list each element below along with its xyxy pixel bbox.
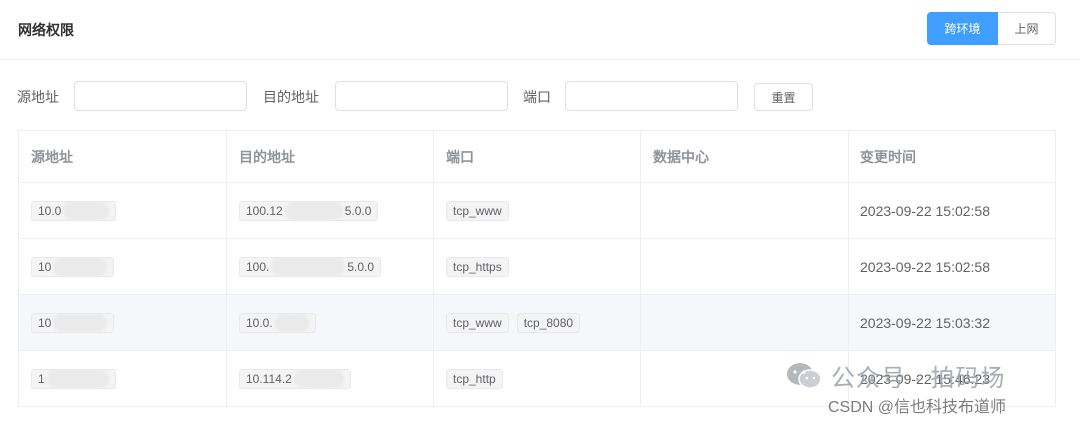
column-header-datacenter: 数据中心 [641,131,849,182]
internet-tab[interactable]: 上网 [998,12,1056,45]
dest-tag: 10.114.2 [239,368,351,389]
column-header-source: 源地址 [19,131,227,182]
filter-bar: 源地址 目的地址 端口 重置 [0,81,1080,111]
source-address-input[interactable] [74,81,247,111]
source-cell: 10.0 [19,183,227,238]
port-tag: tcp_www [446,200,509,221]
table-row[interactable]: 10 10.0. tcp_www tcp_8080 2023-09-22 15:… [19,295,1055,351]
dest-tag: 100. 5.0.0 [239,256,382,277]
port-tag: tcp_8080 [516,312,581,333]
port-label: 端口 [523,89,551,105]
change-time-cell: 2023-09-22 15:02:58 [860,202,990,219]
dest-address-input[interactable] [335,81,508,111]
dest-tag: 10.0. [239,312,316,333]
dest-cell: 100.12 5.0.0 [227,183,434,238]
source-cell: 10 [19,239,227,294]
wechat-watermark: 公众号 · 拍码场 [785,358,1005,393]
port-tag: tcp_http [446,368,503,389]
datacenter-cell [641,295,849,350]
change-time-cell: 2023-09-22 15:02:58 [860,258,990,275]
column-header-port: 端口 [434,131,641,182]
dest-tag: 100.12 5.0.0 [239,200,379,221]
column-header-change-time: 变更时间 [860,148,916,165]
datacenter-cell [641,239,849,294]
source-tag: 10 [31,312,115,333]
port-tag: tcp_https [446,256,509,277]
environment-switch: 跨环境 上网 [927,12,1056,45]
source-cell: 10 [19,295,227,350]
watermark-text: 公众号 · 拍码场 [831,365,1006,392]
port-cell: tcp_www tcp_8080 [434,295,641,350]
source-cell: 1 [19,351,227,406]
dest-cell: 100. 5.0.0 [227,239,434,294]
table-row[interactable]: 10.0 100.12 5.0.0 tcp_www 2023-09-22 15:0… [19,183,1055,239]
column-header-dest: 目的地址 [227,131,434,182]
dest-cell: 10.0. [227,295,434,350]
port-cell: tcp_https [434,239,641,294]
port-cell: tcp_www [434,183,641,238]
wechat-icon [785,361,823,391]
dest-address-label: 目的地址 [263,89,319,105]
datacenter-cell [641,183,849,238]
source-tag: 10 [31,256,115,277]
dest-cell: 10.114.2 [227,351,434,406]
port-cell: tcp_http [434,351,641,406]
page-header: 网络权限 跨环境 上网 [0,0,1080,60]
cross-environment-tab[interactable]: 跨环境 [927,12,998,45]
source-address-label: 源地址 [17,89,59,105]
source-tag: 10.0 [31,200,117,221]
source-tag: 1 [31,368,116,389]
change-time-cell: 2023-09-22 15:03:32 [860,314,990,331]
page-title: 网络权限 [18,22,74,38]
csdn-watermark: CSDN @信也科技布道师 [828,399,1007,416]
port-input[interactable] [565,81,738,111]
table-row[interactable]: 10 100. 5.0.0 tcp_https 2023-09-22 15:02:… [19,239,1055,295]
port-tag: tcp_www [446,312,509,333]
reset-button[interactable]: 重置 [754,83,813,111]
table-header: 源地址 目的地址 端口 数据中心 变更时间 [19,131,1055,183]
